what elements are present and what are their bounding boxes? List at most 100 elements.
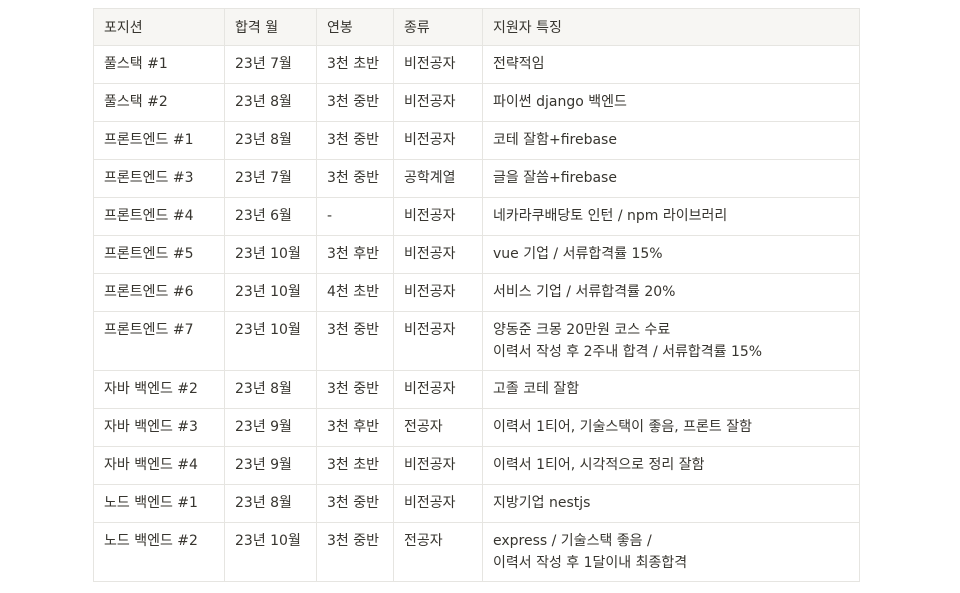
- table-row: 프론트엔드 #6 23년 10월 4천 초반 비전공자 서비스 기업 / 서류합격률 2…: [93, 273, 860, 312]
- cell-month: 23년 10월: [224, 235, 317, 274]
- feature-line: 서비스 기업 / 서류합격률 20%: [493, 284, 676, 300]
- cell-position: 프론트엔드 #6: [93, 273, 225, 312]
- table-row: 자바 백엔드 #4 23년 9월 3천 초반 비전공자 이력서 1티어, 시각적으로 정…: [93, 446, 860, 485]
- cell-features: 파이썬 django 백엔드: [482, 83, 860, 122]
- cell-position: 프론트엔드 #4: [93, 197, 225, 236]
- table-row: 자바 백엔드 #3 23년 9월 3천 후반 전공자 이력서 1티어, 기술스택이 좋음…: [93, 408, 860, 447]
- cell-position: 자바 백엔드 #2: [93, 370, 225, 409]
- cell-salary: 3천 중반: [316, 311, 394, 371]
- cell-type: 비전공자: [393, 45, 483, 84]
- cell-type: 비전공자: [393, 484, 483, 523]
- feature-line: 이력서 작성 후 1달이내 최종합격: [493, 555, 688, 571]
- cell-features: 지방기업 nestjs: [482, 484, 860, 523]
- feature-line: 전략적임: [493, 56, 545, 72]
- header-type: 종류: [393, 8, 483, 46]
- header-month: 합격 월: [224, 8, 317, 46]
- cell-salary: 3천 초반: [316, 45, 394, 84]
- table-row: 프론트엔드 #7 23년 10월 3천 중반 비전공자 양동준 크몽 20만원 코스 수…: [93, 311, 860, 371]
- cell-features: 서비스 기업 / 서류합격률 20%: [482, 273, 860, 312]
- feature-line: 고졸 코테 잘함: [493, 381, 580, 397]
- cell-month: 23년 7월: [224, 45, 317, 84]
- cell-type: 비전공자: [393, 370, 483, 409]
- cell-type: 전공자: [393, 408, 483, 447]
- cell-salary: -: [316, 197, 394, 236]
- table-header-row: 포지션 합격 월 연봉 종류 지원자 특징: [93, 8, 860, 46]
- cell-type: 비전공자: [393, 121, 483, 160]
- cell-salary: 3천 중반: [316, 522, 394, 582]
- table-row: 프론트엔드 #1 23년 8월 3천 중반 비전공자 코테 잘함+firebase: [93, 121, 860, 160]
- cell-month: 23년 10월: [224, 522, 317, 582]
- cell-month: 23년 8월: [224, 83, 317, 122]
- cell-month: 23년 8월: [224, 121, 317, 160]
- table-row: 프론트엔드 #4 23년 6월 - 비전공자 네카라쿠배당토 인턴 / npm 라이브러…: [93, 197, 860, 236]
- cell-month: 23년 6월: [224, 197, 317, 236]
- table-row: 프론트엔드 #3 23년 7월 3천 중반 공학계열 글을 잘씀+firebase: [93, 159, 860, 198]
- cell-position: 풀스택 #2: [93, 83, 225, 122]
- cell-type: 비전공자: [393, 446, 483, 485]
- feature-line: 글을 잘씀+firebase: [493, 170, 617, 186]
- cell-position: 프론트엔드 #3: [93, 159, 225, 198]
- cell-month: 23년 7월: [224, 159, 317, 198]
- cell-position: 자바 백엔드 #3: [93, 408, 225, 447]
- cell-features: 고졸 코테 잘함: [482, 370, 860, 409]
- cell-features: 네카라쿠배당토 인턴 / npm 라이브러리: [482, 197, 860, 236]
- feature-line: 이력서 작성 후 2주내 합격 / 서류합격률 15%: [493, 344, 763, 360]
- cell-salary: 3천 후반: [316, 408, 394, 447]
- cell-salary: 3천 중반: [316, 484, 394, 523]
- cell-month: 23년 8월: [224, 484, 317, 523]
- cell-salary: 4천 초반: [316, 273, 394, 312]
- table-row: 노드 백엔드 #2 23년 10월 3천 중반 전공자 express / 기술스택 좋…: [93, 522, 860, 582]
- header-position: 포지션: [93, 8, 225, 46]
- cell-type: 전공자: [393, 522, 483, 582]
- cell-salary: 3천 중반: [316, 370, 394, 409]
- table-row: 풀스택 #2 23년 8월 3천 중반 비전공자 파이썬 django 백엔드: [93, 83, 860, 122]
- header-features: 지원자 특징: [482, 8, 860, 46]
- cell-type: 비전공자: [393, 197, 483, 236]
- feature-line: 양동준 크몽 20만원 코스 수료: [493, 322, 671, 338]
- cell-salary: 3천 중반: [316, 159, 394, 198]
- cell-salary: 3천 중반: [316, 83, 394, 122]
- cell-features: 전략적임: [482, 45, 860, 84]
- table-body: 풀스택 #1 23년 7월 3천 초반 비전공자 전략적임 풀스택 #2 23년 8월 3천 …: [93, 45, 860, 582]
- feature-line: 네카라쿠배당토 인턴 / npm 라이브러리: [493, 208, 728, 224]
- cell-salary: 3천 후반: [316, 235, 394, 274]
- table-row: 프론트엔드 #5 23년 10월 3천 후반 비전공자 vue 기업 / 서류합격률 1…: [93, 235, 860, 274]
- cell-month: 23년 10월: [224, 311, 317, 371]
- cell-month: 23년 9월: [224, 408, 317, 447]
- cell-position: 프론트엔드 #5: [93, 235, 225, 274]
- cell-position: 풀스택 #1: [93, 45, 225, 84]
- cell-type: 비전공자: [393, 311, 483, 371]
- cell-position: 프론트엔드 #7: [93, 311, 225, 371]
- cell-features: 코테 잘함+firebase: [482, 121, 860, 160]
- cell-position: 프론트엔드 #1: [93, 121, 225, 160]
- cell-features: 이력서 1티어, 기술스택이 좋음, 프론트 잘함: [482, 408, 860, 447]
- results-table-container: 포지션 합격 월 연봉 종류 지원자 특징 풀스택 #1 23년 7월 3천 초반 비…: [93, 8, 860, 582]
- feature-line: 지방기업 nestjs: [493, 495, 591, 511]
- feature-line: vue 기업 / 서류합격률 15%: [493, 246, 663, 262]
- results-table: 포지션 합격 월 연봉 종류 지원자 특징 풀스택 #1 23년 7월 3천 초반 비…: [93, 8, 860, 582]
- cell-month: 23년 9월: [224, 446, 317, 485]
- feature-line: 이력서 1티어, 기술스택이 좋음, 프론트 잘함: [493, 419, 753, 435]
- cell-salary: 3천 초반: [316, 446, 394, 485]
- cell-type: 공학계열: [393, 159, 483, 198]
- cell-features: 글을 잘씀+firebase: [482, 159, 860, 198]
- cell-salary: 3천 중반: [316, 121, 394, 160]
- cell-type: 비전공자: [393, 273, 483, 312]
- cell-month: 23년 10월: [224, 273, 317, 312]
- cell-features: express / 기술스택 좋음 / 이력서 작성 후 1달이내 최종합격: [482, 522, 860, 582]
- table-row: 자바 백엔드 #2 23년 8월 3천 중반 비전공자 고졸 코테 잘함: [93, 370, 860, 409]
- cell-features: 양동준 크몽 20만원 코스 수료이력서 작성 후 2주내 합격 / 서류합격률…: [482, 311, 860, 371]
- table-row: 풀스택 #1 23년 7월 3천 초반 비전공자 전략적임: [93, 45, 860, 84]
- cell-position: 자바 백엔드 #4: [93, 446, 225, 485]
- cell-features: 이력서 1티어, 시각적으로 정리 잘함: [482, 446, 860, 485]
- header-salary: 연봉: [316, 8, 394, 46]
- cell-features: vue 기업 / 서류합격률 15%: [482, 235, 860, 274]
- cell-position: 노드 백엔드 #2: [93, 522, 225, 582]
- feature-line: 이력서 1티어, 시각적으로 정리 잘함: [493, 457, 705, 473]
- cell-position: 노드 백엔드 #1: [93, 484, 225, 523]
- cell-month: 23년 8월: [224, 370, 317, 409]
- feature-line: express / 기술스택 좋음 /: [493, 533, 652, 549]
- cell-type: 비전공자: [393, 235, 483, 274]
- feature-line: 파이썬 django 백엔드: [493, 94, 627, 110]
- table-row: 노드 백엔드 #1 23년 8월 3천 중반 비전공자 지방기업 nestjs: [93, 484, 860, 523]
